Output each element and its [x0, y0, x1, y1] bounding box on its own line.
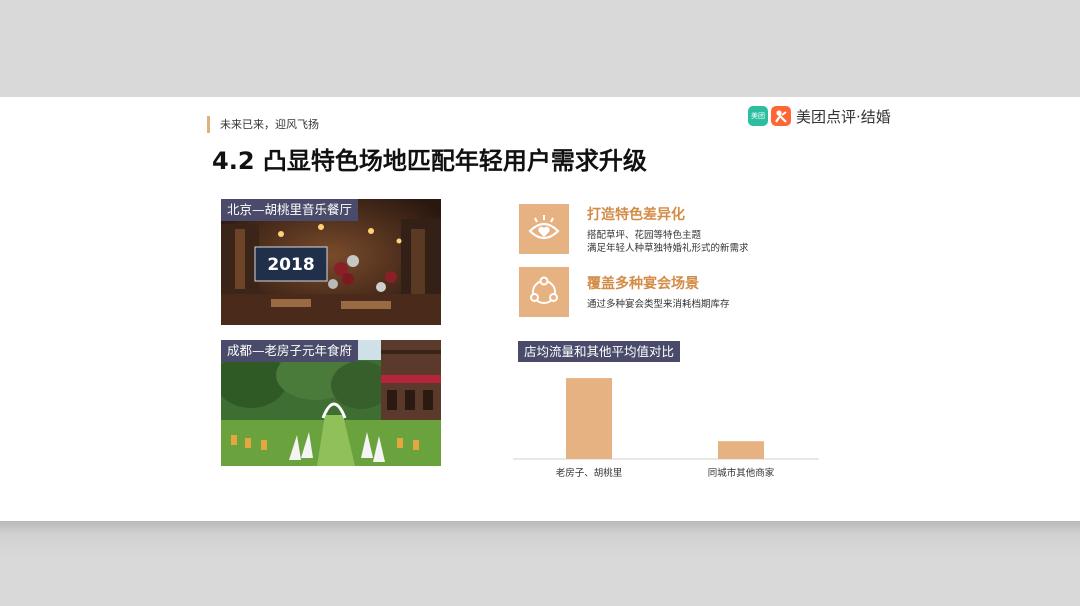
feature-line: 满足年轻人种草独特婚礼形式的新需求	[587, 242, 749, 254]
feature-title: 覆盖多种宴会场景	[587, 276, 699, 292]
bar-2	[718, 441, 764, 459]
feature-line: 通过多种宴会类型来消耗档期库存	[587, 299, 730, 310]
category-label: 同城市其他商家	[708, 467, 775, 479]
meituan-badge-icon: 美团	[748, 106, 768, 126]
feature-title: 打造特色差异化	[587, 207, 685, 223]
page-title: 4.2 凸显特色场地匹配年轻用户需求升级	[212, 147, 647, 175]
feature-description: 搭配草坪、花园等特色主题 满足年轻人种草独特婚礼形式的新需求	[587, 230, 749, 255]
sign-2018: 2018	[267, 255, 314, 275]
restaurant-photo: 2018 北京—胡桃里音乐餐厅	[221, 199, 441, 325]
bottom-backdrop	[0, 521, 1080, 606]
bar-chart: 老房子、胡桃里 同城市其他商家	[513, 378, 819, 479]
photo-label: 北京—胡桃里音乐餐厅	[221, 199, 359, 221]
chart-title: 店均流量和其他平均值对比	[518, 341, 681, 362]
slide: 未来已来，迎风飞扬 美团 美团点评·结婚 4.2 凸显特色场地匹配年轻用户需求升…	[0, 97, 1080, 521]
feature-description: 通过多种宴会类型来消耗档期库存	[587, 299, 730, 312]
brand-name: 美团点评·结婚	[796, 107, 891, 126]
bar-1	[566, 378, 612, 459]
brand-logo: 美团 美团点评·结婚	[748, 105, 891, 127]
kicker-text: 未来已来，迎风飞扬	[207, 116, 319, 133]
dianping-badge-icon	[771, 106, 791, 126]
photo-label: 成都—老房子元年食府	[221, 340, 359, 362]
category-label: 老房子、胡桃里	[556, 467, 623, 479]
connection-circle-icon	[519, 267, 569, 317]
feature-line: 搭配草坪、花园等特色主题	[587, 230, 702, 241]
eye-heart-icon	[519, 204, 569, 254]
garden-photo: 成都—老房子元年食府	[221, 340, 441, 466]
